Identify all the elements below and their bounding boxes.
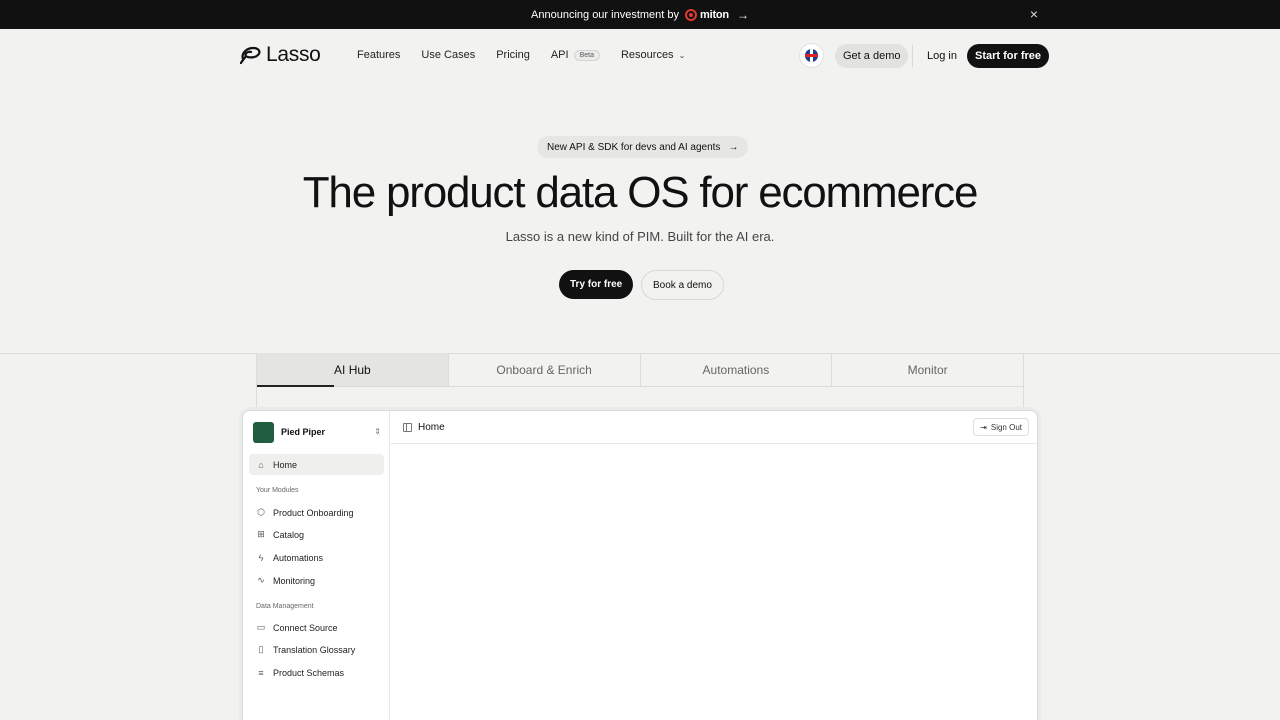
drive-icon: ▭ [256, 622, 266, 632]
hero-title: The product data OS for ecommerce [302, 168, 979, 217]
sidebar-item-automations[interactable]: ϟ Automations [249, 547, 384, 568]
nav-pricing[interactable]: Pricing [496, 49, 530, 61]
sidebar-item-product-onboarding[interactable]: ⬡ Product Onboarding [249, 502, 384, 523]
guide-line [256, 387, 257, 411]
grid-icon: ⊞ [257, 529, 265, 539]
main-nav: Features Use Cases Pricing API Beta Reso… [357, 49, 706, 61]
cube-icon: ⬡ [257, 507, 265, 517]
database-icon: ≡ [258, 667, 264, 678]
nav-use-cases[interactable]: Use Cases [421, 49, 475, 61]
app-preview: Pied Piper ⇕ ⌂ Home Your Modules ⬡ Produ… [242, 410, 1038, 720]
logout-icon: ⇥ [980, 422, 987, 432]
chevron-down-icon: ⌄ [678, 50, 686, 60]
sidebar-item-connect-source[interactable]: ▭ Connect Source [249, 617, 384, 638]
chevron-updown-icon: ⇕ [374, 427, 381, 436]
breadcrumb: Home [418, 422, 445, 433]
sidebar-item-label: Product Schemas [273, 667, 345, 678]
get-demo-button[interactable]: Get a demo [835, 44, 909, 68]
sidebar-item-label: Translation Glossary [273, 644, 356, 655]
hero-subtitle: Lasso is a new kind of PIM. Built for th… [505, 229, 775, 244]
guide-line [1023, 387, 1024, 411]
tab-onboard-enrich[interactable]: Onboard & Enrich [449, 353, 641, 386]
miton-logo-icon [685, 8, 698, 21]
workspace-switcher[interactable]: Pied Piper ⇕ [253, 421, 381, 443]
close-icon[interactable]: × [1030, 7, 1038, 21]
sidebar-item-label: Product Onboarding [273, 507, 354, 518]
activity-icon: ∿ [257, 575, 265, 585]
try-free-button[interactable]: Try for free [559, 270, 634, 299]
sidebar-item-label: Catalog [273, 529, 305, 540]
login-link[interactable]: Log in [927, 50, 957, 62]
feature-tabs: AI Hub Onboard & Enrich Automations Moni… [256, 353, 1024, 387]
lasso-logo-icon [240, 46, 261, 65]
data-management-heading: Data Management [256, 603, 314, 610]
language-selector[interactable] [799, 43, 824, 68]
announcement-text: Announcing our investment by [531, 8, 680, 21]
nav-features[interactable]: Features [357, 49, 400, 61]
lasso-logo-text: Lasso [266, 43, 321, 66]
miton-logo: miton [685, 8, 729, 21]
sidebar-item-monitoring[interactable]: ∿ Monitoring [249, 570, 384, 591]
nav-api[interactable]: API Beta [551, 49, 600, 61]
arrow-right-icon: → [736, 7, 749, 22]
modules-heading: Your Modules [256, 487, 299, 494]
sidebar-item-label: Automations [273, 552, 324, 563]
site-header: Lasso Features Use Cases Pricing API Bet… [0, 29, 1280, 83]
sidebar-item-catalog[interactable]: ⊞ Catalog [249, 524, 384, 545]
sidebar-item-product-schemas[interactable]: ≡ Product Schemas [249, 662, 384, 683]
pill-text: New API & SDK for devs and AI agents [547, 141, 721, 153]
nav-api-label: API [550, 49, 569, 61]
book-icon: ▯ [258, 644, 264, 654]
sidebar-item-label: Connect Source [273, 622, 338, 633]
start-free-button[interactable]: Start for free [967, 44, 1050, 68]
workspace-name: Pied Piper [281, 427, 326, 437]
uk-flag-icon [805, 49, 818, 62]
sidebar-item-label: Home [273, 459, 298, 470]
announcement-bar[interactable]: Announcing our investment by miton → × [0, 0, 1280, 29]
lasso-logo[interactable]: Lasso [240, 43, 321, 67]
sidebar-item-label: Monitoring [273, 575, 316, 586]
sign-out-button[interactable]: ⇥ Sign Out [973, 418, 1029, 436]
sign-out-label: Sign Out [990, 422, 1022, 432]
miton-logo-text: miton [700, 8, 729, 21]
beta-badge: Beta [573, 49, 600, 61]
workspace-logo [253, 421, 274, 443]
sidebar-item-home[interactable]: ⌂ Home [249, 454, 384, 475]
nav-resources-label: Resources [620, 49, 674, 61]
sidebar-item-translation-glossary[interactable]: ▯ Translation Glossary [249, 639, 384, 660]
tab-ai-hub[interactable]: AI Hub [257, 353, 449, 387]
sidebar-toggle-icon[interactable] [403, 423, 412, 432]
nav-resources[interactable]: Resources ⌄ [621, 49, 685, 61]
app-sidebar: Pied Piper ⇕ ⌂ Home Your Modules ⬡ Produ… [243, 411, 390, 720]
tab-automations[interactable]: Automations [641, 353, 833, 386]
app-topbar: Home ⇥ Sign Out [390, 411, 1037, 444]
arrow-right-icon: → [728, 141, 739, 153]
lightning-icon: ϟ [258, 552, 264, 563]
header-divider [912, 45, 913, 67]
announcement-pill[interactable]: New API & SDK for devs and AI agents → [537, 136, 749, 158]
tab-monitor[interactable]: Monitor [832, 353, 1023, 386]
book-demo-button[interactable]: Book a demo [641, 270, 724, 300]
home-icon: ⌂ [258, 459, 264, 470]
